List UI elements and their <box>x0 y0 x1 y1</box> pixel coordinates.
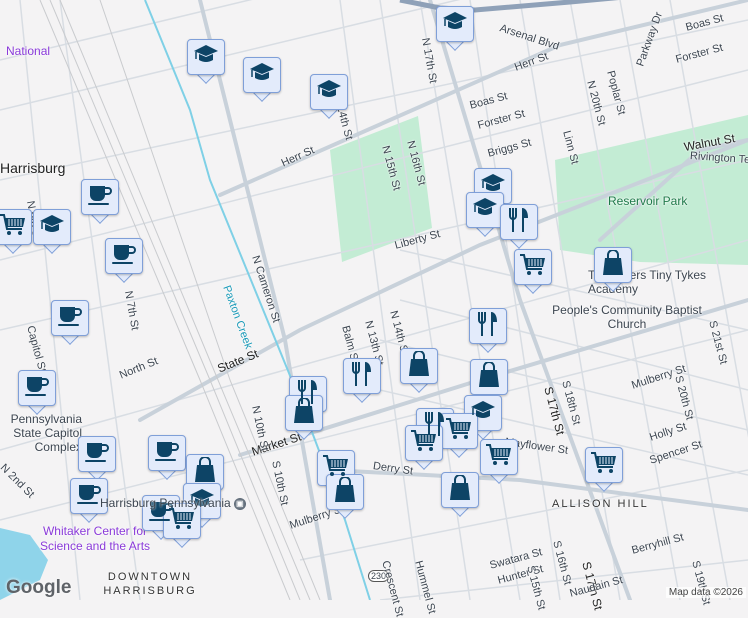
cafe-icon <box>57 305 83 332</box>
cafe-marker[interactable] <box>51 300 89 346</box>
marker-box <box>400 348 438 384</box>
marker-box <box>480 439 518 475</box>
marker-box <box>326 474 364 510</box>
marker-box <box>51 300 89 336</box>
school-marker[interactable] <box>243 57 281 103</box>
restaurant-icon <box>507 207 531 238</box>
shopping-icon <box>407 349 431 382</box>
marker-box <box>18 370 56 406</box>
shopping-icon <box>292 396 316 429</box>
restaurant-icon <box>350 361 374 392</box>
marker-box <box>310 74 348 110</box>
grocery-icon <box>519 253 547 282</box>
map-attribution[interactable]: Map data ©2026 <box>665 587 746 598</box>
marker-box <box>466 192 504 228</box>
marker-box <box>105 238 143 274</box>
school-marker[interactable] <box>436 6 474 52</box>
place-allison-hill: ALLISON HILL <box>552 498 649 510</box>
cafe-marker[interactable] <box>18 370 56 416</box>
marker-box <box>343 358 381 394</box>
school-icon <box>249 62 275 89</box>
marker-box <box>436 6 474 42</box>
marker-box <box>440 413 478 449</box>
shopping-marker[interactable] <box>326 474 364 520</box>
school-icon <box>193 44 219 71</box>
marker-box <box>187 39 225 75</box>
grocery-icon <box>0 213 27 242</box>
cafe-icon <box>154 440 180 467</box>
cafe-icon <box>24 375 50 402</box>
shopping-marker[interactable] <box>594 247 632 293</box>
school-marker[interactable] <box>466 192 504 238</box>
marker-box <box>585 447 623 483</box>
grocery-icon <box>485 443 513 472</box>
school-marker[interactable] <box>33 209 71 255</box>
marker-box <box>33 209 71 245</box>
place-harrisburg: Harrisburg <box>0 160 66 176</box>
grocery-icon <box>410 429 438 458</box>
harrisburg-station[interactable]: Harrisburg Pennsylvania ▣ <box>100 496 246 510</box>
marker-box <box>148 435 186 471</box>
grocery-icon <box>445 417 473 446</box>
restaurant-marker[interactable] <box>343 358 381 404</box>
grocery-marker[interactable] <box>585 447 623 493</box>
marker-box <box>81 179 119 215</box>
place-capitol[interactable]: Pennsylvania State Capitol Complex <box>0 412 82 454</box>
shopping-icon <box>333 475 357 508</box>
cafe-icon <box>76 483 102 510</box>
marker-box <box>500 204 538 240</box>
cafe-marker[interactable] <box>81 179 119 225</box>
grocery-marker[interactable] <box>514 249 552 295</box>
marker-box <box>514 249 552 285</box>
marker-box <box>470 359 508 395</box>
shopping-marker[interactable] <box>441 472 479 518</box>
marker-box <box>405 425 443 461</box>
cafe-marker[interactable] <box>148 435 186 481</box>
school-icon <box>472 197 498 224</box>
grocery-marker[interactable] <box>440 413 478 459</box>
school-marker[interactable] <box>310 74 348 120</box>
grocery-marker[interactable] <box>0 209 32 255</box>
school-icon <box>39 214 65 241</box>
place-downtown: DOWNTOWN HARRISBURG <box>103 571 197 597</box>
cafe-icon <box>87 184 113 211</box>
marker-box <box>594 247 632 283</box>
cafe-marker[interactable] <box>78 436 116 482</box>
place-national: National <box>6 44 51 58</box>
place-reservoir-park[interactable]: Reservoir Park <box>608 194 687 208</box>
school-icon <box>442 11 468 38</box>
grocery-marker[interactable] <box>405 425 443 471</box>
cafe-icon <box>111 243 137 270</box>
restaurant-icon <box>476 311 500 342</box>
school-icon <box>316 79 342 106</box>
restaurant-marker[interactable] <box>500 204 538 250</box>
grocery-icon <box>168 507 196 536</box>
grocery-icon <box>590 451 618 480</box>
shopping-icon <box>601 248 625 281</box>
cafe-marker[interactable] <box>105 238 143 284</box>
cafe-icon <box>84 441 110 468</box>
marker-box <box>78 436 116 472</box>
marker-box <box>243 57 281 93</box>
marker-box <box>441 472 479 508</box>
station-label: Harrisburg Pennsylvania <box>100 496 231 510</box>
school-marker[interactable] <box>187 39 225 85</box>
map-canvas[interactable] <box>0 0 748 600</box>
grocery-marker[interactable] <box>480 439 518 485</box>
train-icon: ▣ <box>233 497 246 510</box>
shopping-icon <box>477 360 501 393</box>
shopping-icon <box>448 473 472 506</box>
shopping-marker[interactable] <box>400 348 438 394</box>
google-logo[interactable]: Google <box>6 577 71 599</box>
marker-box <box>469 308 507 344</box>
marker-box <box>0 209 32 245</box>
restaurant-marker[interactable] <box>469 308 507 354</box>
place-church[interactable]: People's Community Baptist Church <box>552 303 702 331</box>
